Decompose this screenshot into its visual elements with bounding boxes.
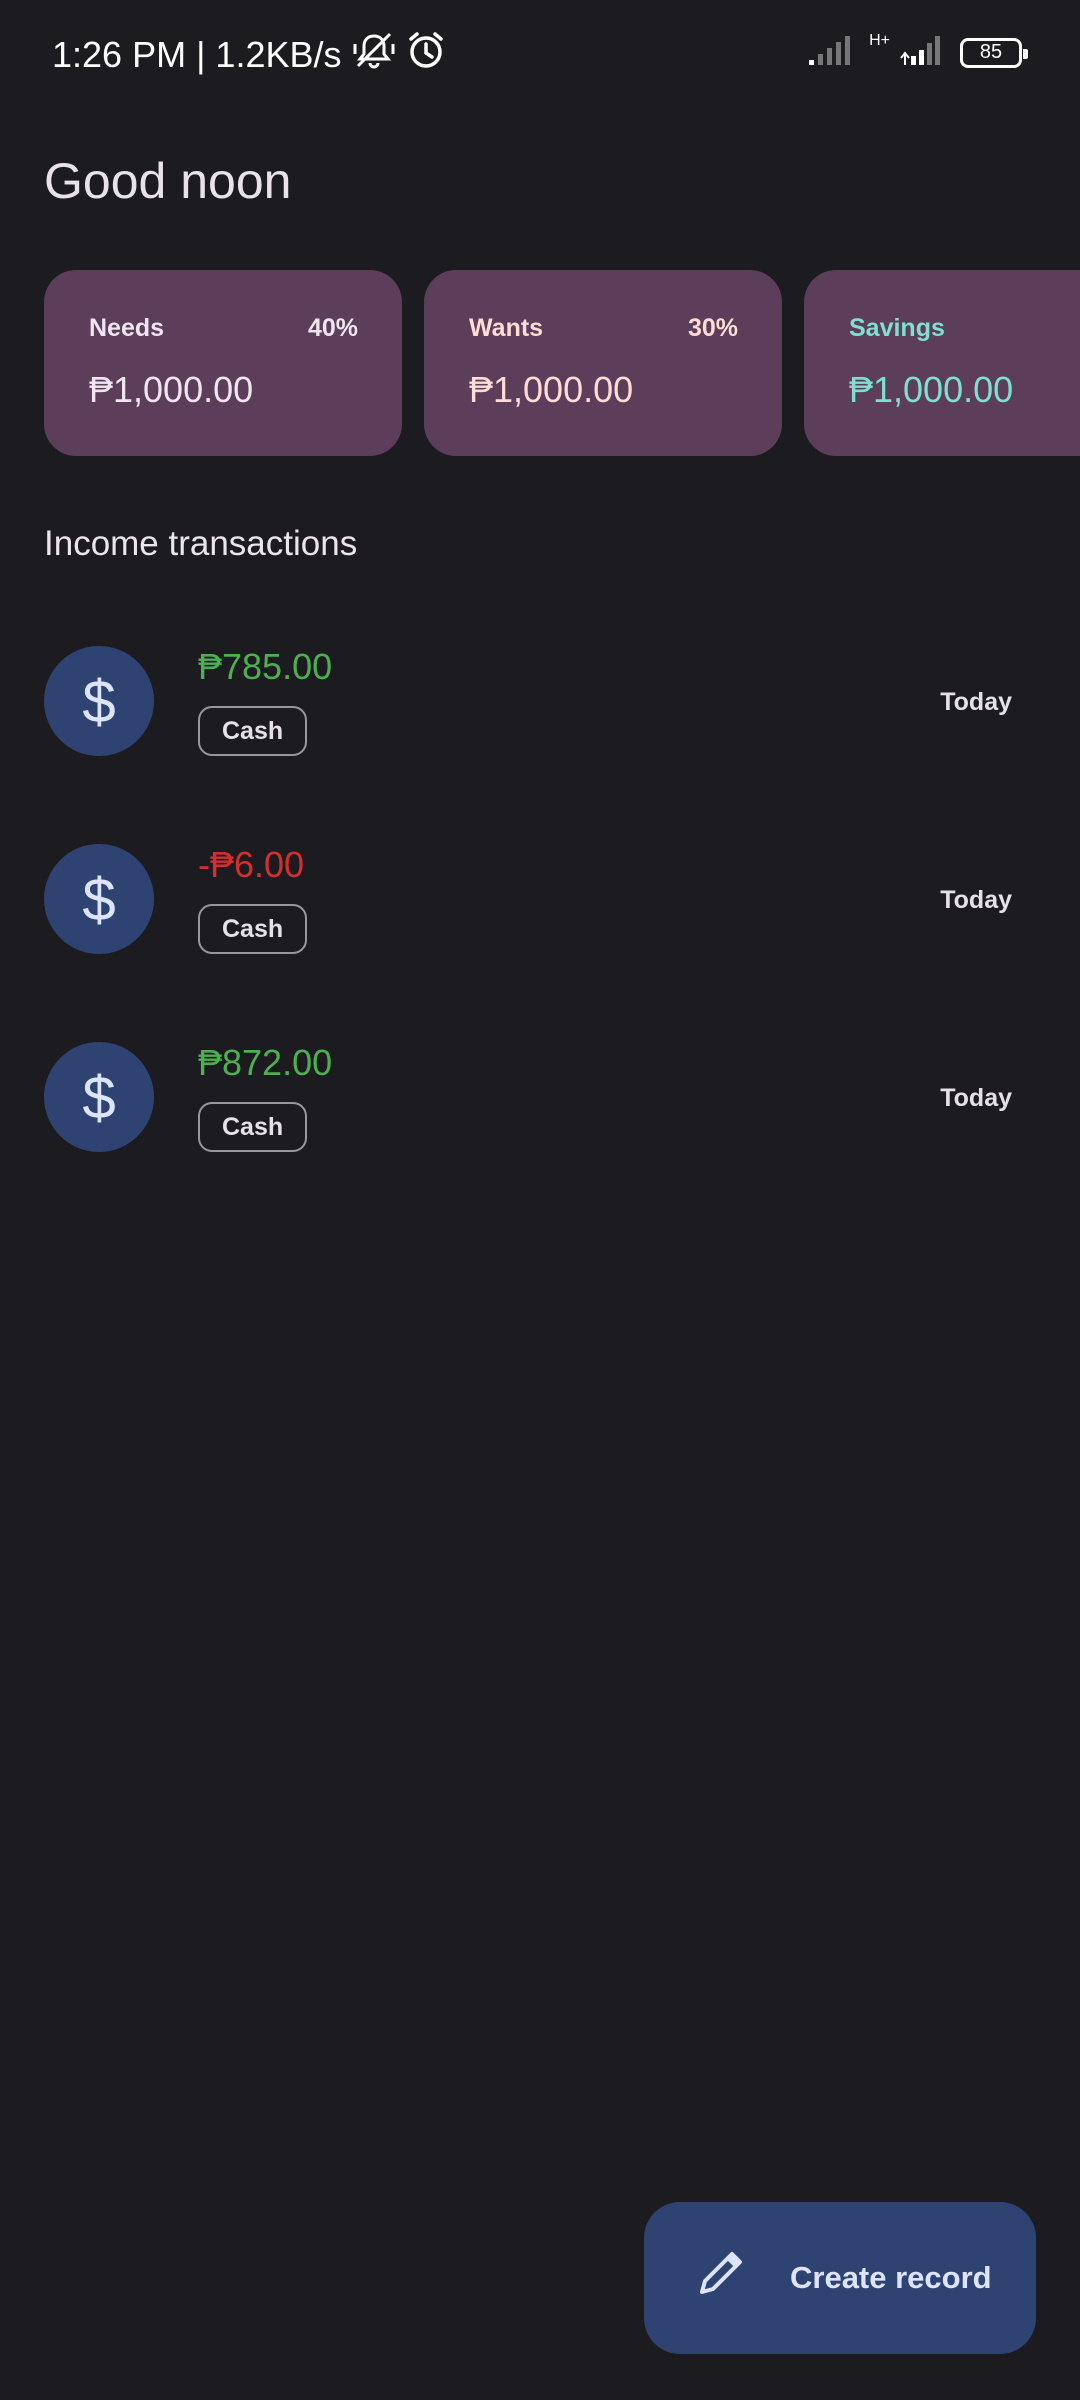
status-bar: 1:26 PM | 1.2KB/s H+ 85 <box>0 0 1080 108</box>
budget-card-savings[interactable]: Savings 2 ₱1,000.00 <box>804 270 1080 456</box>
card-name: Savings <box>849 314 945 342</box>
signal-icon-sim2 <box>898 34 946 71</box>
card-name: Needs <box>89 314 165 342</box>
card-name: Wants <box>469 314 544 342</box>
account-chip: Cash <box>198 1102 308 1152</box>
account-chip: Cash <box>198 706 308 756</box>
dollar-icon: $ <box>44 1042 154 1152</box>
section-title: Income transactions <box>44 524 358 563</box>
transaction-row[interactable]: $ -₱6.00 Cash Today <box>44 844 1036 1042</box>
dollar-icon: $ <box>44 646 154 756</box>
card-header: Wants 30% <box>469 314 738 343</box>
dollar-icon: $ <box>44 844 154 954</box>
budget-card-needs[interactable]: Needs 40% ₱1,000.00 <box>44 270 402 456</box>
transaction-row[interactable]: $ ₱872.00 Cash Today <box>44 1042 1036 1240</box>
transaction-date: Today <box>940 1084 1012 1112</box>
account-chip: Cash <box>198 904 308 954</box>
card-amount: ₱1,000.00 <box>469 369 634 410</box>
status-time: 1:26 PM | 1.2KB/s <box>52 33 342 75</box>
battery-icon: 85 <box>960 37 1028 68</box>
transaction-list: $ ₱785.00 Cash Today $ -₱6.00 Cash Today… <box>44 646 1036 1240</box>
create-record-label: Create record <box>790 2260 992 2295</box>
card-amount: ₱1,000.00 <box>849 369 1014 410</box>
signal-icon-sim1 <box>807 34 855 71</box>
budget-cards[interactable]: Needs 40% ₱1,000.00 Wants 30% ₱1,000.00 … <box>44 270 1080 456</box>
status-left: 1:26 PM | 1.2KB/s <box>52 30 446 79</box>
create-record-button[interactable]: Create record <box>644 2202 1036 2354</box>
battery-level: 85 <box>979 41 1003 63</box>
transaction-amount: -₱6.00 <box>198 844 305 885</box>
network-type: H+ <box>869 31 890 49</box>
pencil-icon <box>694 2248 746 2308</box>
greeting-title: Good noon <box>44 153 292 209</box>
card-header: Needs 40% <box>89 314 358 343</box>
transaction-date: Today <box>940 886 1012 914</box>
transaction-date: Today <box>940 688 1012 716</box>
screen: 1:26 PM | 1.2KB/s H+ 85 Good noon Needs … <box>0 0 1080 2400</box>
card-percent: 40% <box>307 314 358 342</box>
card-header: Savings 2 <box>849 314 1080 343</box>
mute-icon <box>352 30 396 79</box>
card-percent: 30% <box>687 314 738 342</box>
card-amount: ₱1,000.00 <box>89 369 254 410</box>
budget-card-wants[interactable]: Wants 30% ₱1,000.00 <box>424 270 782 456</box>
transaction-amount: ₱872.00 <box>198 1042 333 1083</box>
status-right: H+ 85 <box>807 31 1028 71</box>
alarm-icon <box>406 30 446 79</box>
transaction-row[interactable]: $ ₱785.00 Cash Today <box>44 646 1036 844</box>
transaction-amount: ₱785.00 <box>198 646 333 687</box>
